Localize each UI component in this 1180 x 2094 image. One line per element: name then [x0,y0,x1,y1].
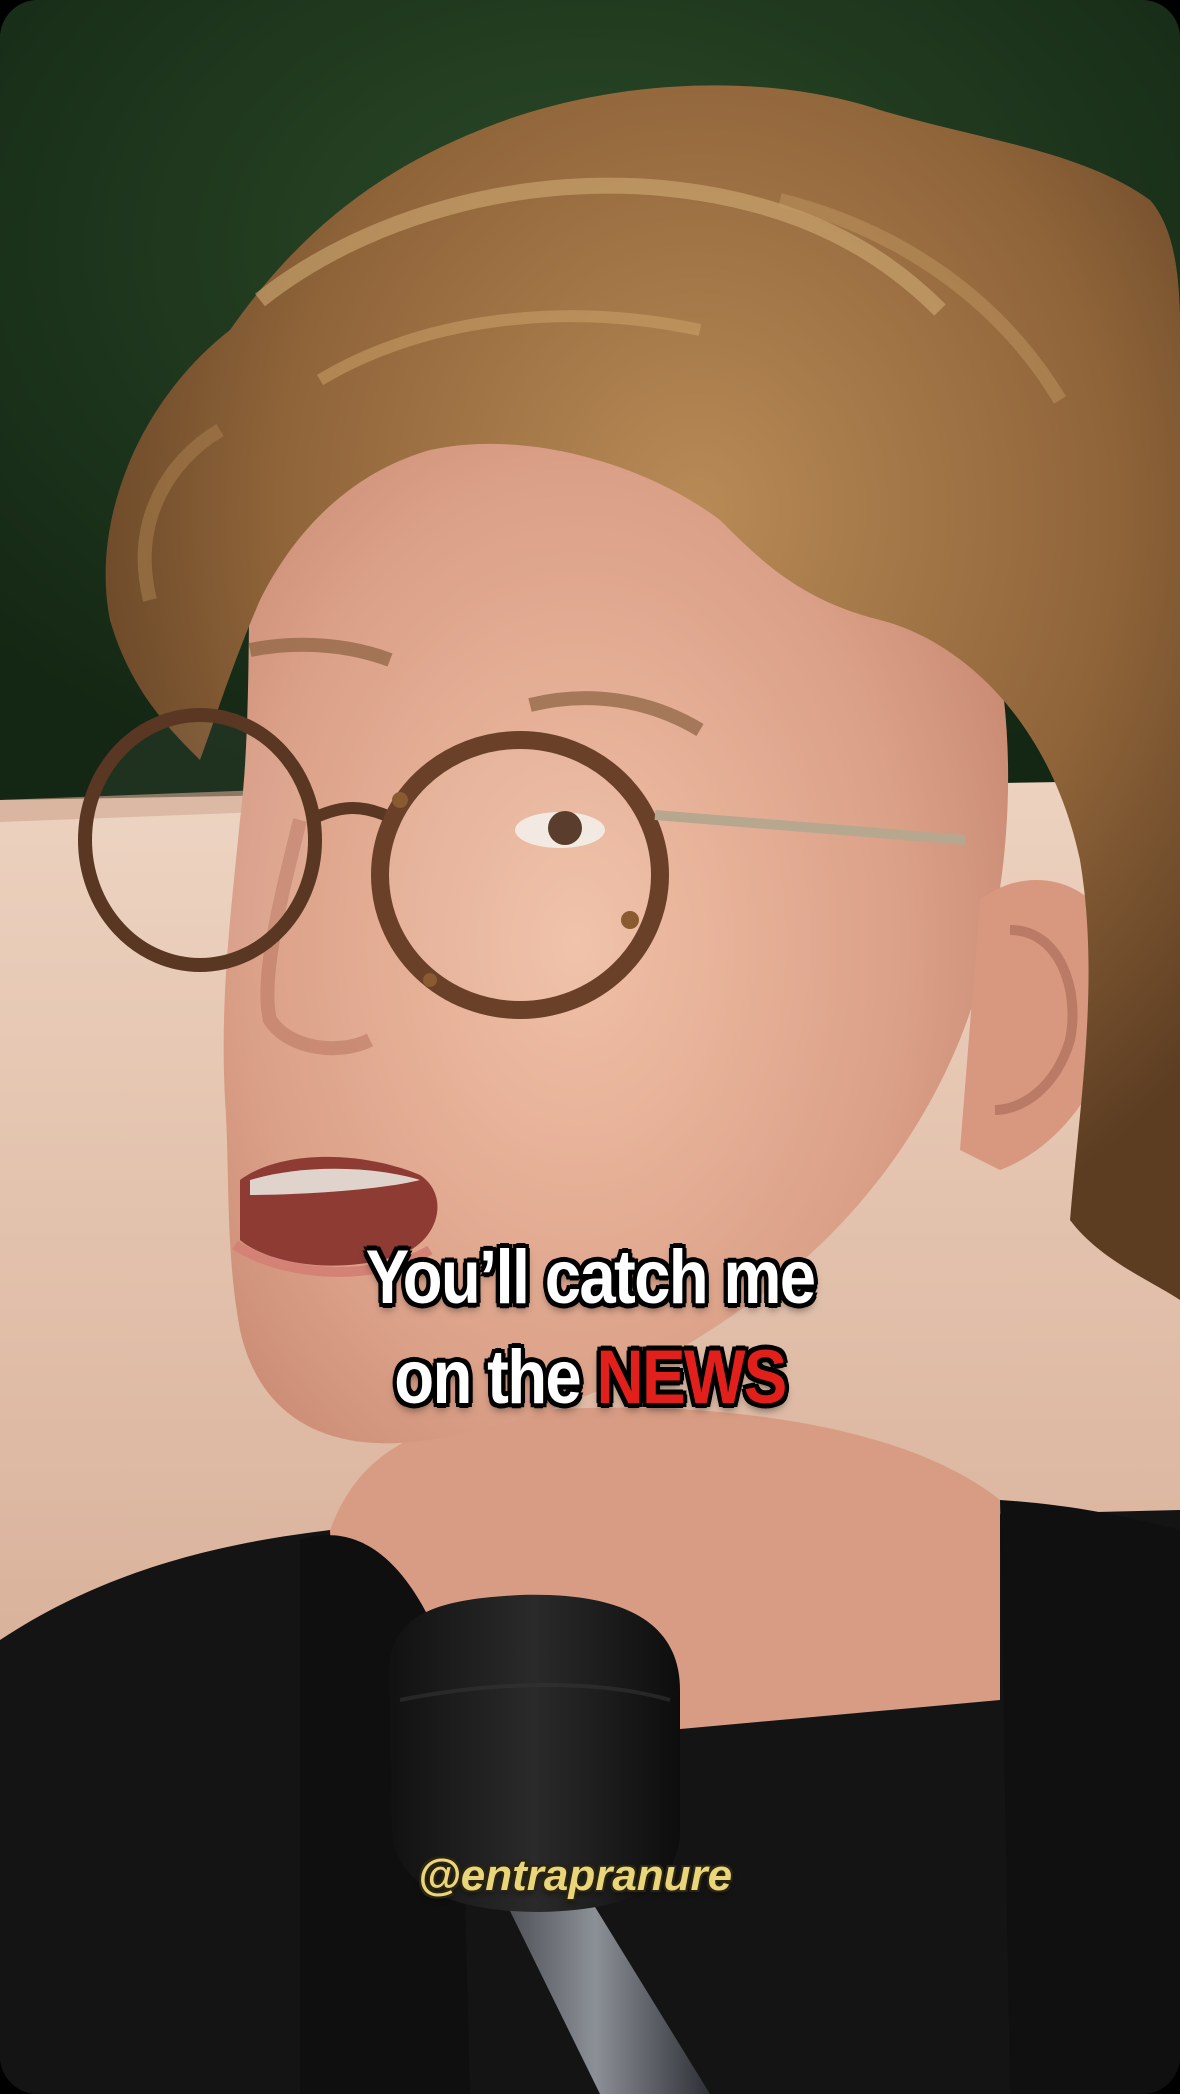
caption-line-2: on the NEWS [83,1328,1098,1428]
caption-line-2-text: on the [394,1335,597,1420]
caption-line-1: You’ll catch me [365,1235,817,1320]
video-scene [0,0,1180,2094]
subtitle-caption: You’ll catch me on the NEWS [83,1228,1098,1428]
caption-highlight-word: NEWS [596,1335,787,1420]
video-frame[interactable]: You’ll catch me on the NEWS @entrapranur… [0,0,1180,2094]
creator-handle-watermark: @entrapranure [417,1851,733,1900]
